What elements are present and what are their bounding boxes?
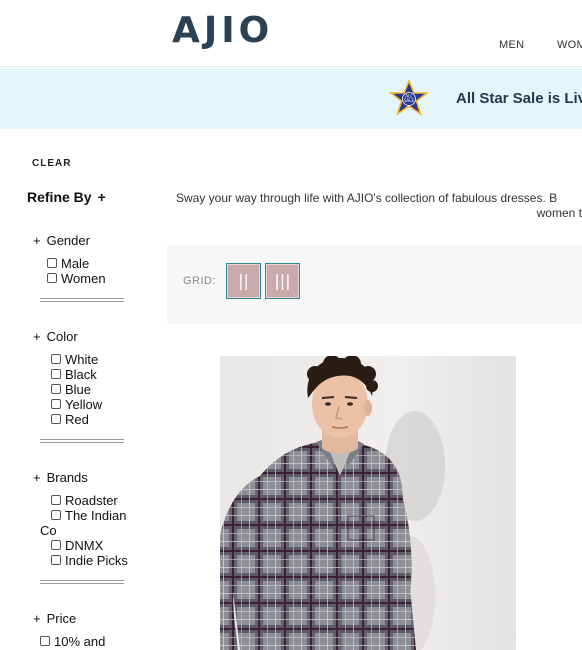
grid-two-column-button[interactable]: || bbox=[226, 263, 261, 299]
checkbox[interactable] bbox=[51, 510, 61, 520]
checkbox[interactable] bbox=[51, 414, 61, 424]
option-label: Yellow bbox=[65, 397, 103, 412]
grid-label: GRID: bbox=[183, 275, 217, 287]
option-label: 10% and bbox=[54, 634, 106, 649]
checkbox[interactable] bbox=[51, 369, 61, 379]
checkbox[interactable] bbox=[51, 540, 61, 550]
facet-divider bbox=[40, 298, 124, 302]
checkbox[interactable] bbox=[51, 384, 61, 394]
option-label: Black bbox=[65, 367, 97, 382]
description-line-2: women t bbox=[536, 206, 582, 220]
option-label: Roadster bbox=[65, 493, 118, 508]
category-description: Sway your way through life with AJIO's c… bbox=[176, 191, 582, 221]
checkbox[interactable] bbox=[51, 495, 61, 505]
all-star-sale-badge-icon: ALL SALE bbox=[389, 80, 429, 116]
grid-toolbar: GRID: || ||| bbox=[167, 245, 582, 324]
nav-women[interactable]: WOM bbox=[557, 39, 582, 51]
filter-option-blue[interactable]: Blue bbox=[51, 382, 91, 397]
option-label: Blue bbox=[65, 382, 92, 397]
refine-by-label: Refine By bbox=[27, 189, 92, 205]
facet-divider bbox=[40, 580, 124, 584]
facet-color-title[interactable]: + Color bbox=[33, 329, 78, 344]
plus-icon: + bbox=[33, 233, 41, 248]
facet-brands-label: Brands bbox=[46, 470, 88, 485]
checkbox[interactable] bbox=[51, 555, 61, 565]
facet-color-label: Color bbox=[46, 329, 78, 344]
checkbox[interactable] bbox=[47, 258, 57, 268]
filter-option-wrap-text: Co bbox=[40, 523, 57, 538]
checkbox[interactable] bbox=[47, 273, 57, 283]
option-label: Indie Picks bbox=[65, 553, 128, 568]
option-label: White bbox=[65, 352, 99, 367]
filter-option-yellow[interactable]: Yellow bbox=[51, 397, 102, 412]
banner-text[interactable]: All Star Sale is Live! bbox=[456, 90, 582, 107]
filter-option-dnmx[interactable]: DNMX bbox=[51, 538, 103, 553]
option-label: Women bbox=[61, 271, 106, 286]
plus-icon: + bbox=[33, 329, 41, 344]
filter-option-price[interactable]: 10% and bbox=[40, 634, 105, 649]
svg-text:SALE: SALE bbox=[404, 98, 415, 103]
refine-by-heading[interactable]: Refine By + bbox=[27, 189, 106, 205]
filter-option-indie-picks[interactable]: Indie Picks bbox=[51, 553, 128, 568]
checkbox[interactable] bbox=[40, 636, 50, 646]
product-card-image[interactable] bbox=[220, 356, 516, 650]
filter-option-white[interactable]: White bbox=[51, 352, 98, 367]
plus-icon: + bbox=[33, 611, 41, 626]
refine-expand-icon[interactable]: + bbox=[98, 189, 106, 205]
sale-banner[interactable]: ALL SALE All Star Sale is Live! bbox=[0, 68, 582, 129]
filter-option-black[interactable]: Black bbox=[51, 367, 97, 382]
filter-option-male[interactable]: Male bbox=[47, 256, 89, 271]
nav-men[interactable]: MEN bbox=[499, 39, 524, 51]
facet-price-title[interactable]: + Price bbox=[33, 611, 76, 626]
filter-option-red[interactable]: Red bbox=[51, 412, 89, 427]
option-label: DNMX bbox=[65, 538, 104, 553]
clear-filters-button[interactable]: CLEAR bbox=[32, 158, 71, 169]
filter-option-women[interactable]: Women bbox=[47, 271, 106, 286]
man-in-checked-shirt-photo-icon bbox=[220, 356, 516, 650]
filter-option-the-indian-co[interactable]: The Indian bbox=[51, 508, 126, 523]
checkbox[interactable] bbox=[51, 354, 61, 364]
site-header: AJIO MEN WOM bbox=[0, 0, 582, 67]
facet-gender-label: Gender bbox=[46, 233, 90, 248]
option-label: The Indian bbox=[65, 508, 127, 523]
option-label: Male bbox=[61, 256, 90, 271]
facet-price-label: Price bbox=[46, 611, 77, 626]
plus-icon: + bbox=[33, 470, 41, 485]
filter-option-roadster[interactable]: Roadster bbox=[51, 493, 118, 508]
description-line-1: Sway your way through life with AJIO's c… bbox=[176, 191, 558, 205]
grid-three-column-button[interactable]: ||| bbox=[265, 263, 300, 299]
checkbox[interactable] bbox=[51, 399, 61, 409]
facet-divider bbox=[40, 439, 124, 443]
ajio-logo[interactable]: AJIO bbox=[172, 10, 273, 51]
facet-brands-title[interactable]: + Brands bbox=[33, 470, 88, 485]
facet-gender-title[interactable]: + Gender bbox=[33, 233, 90, 248]
option-label: Red bbox=[65, 412, 89, 427]
